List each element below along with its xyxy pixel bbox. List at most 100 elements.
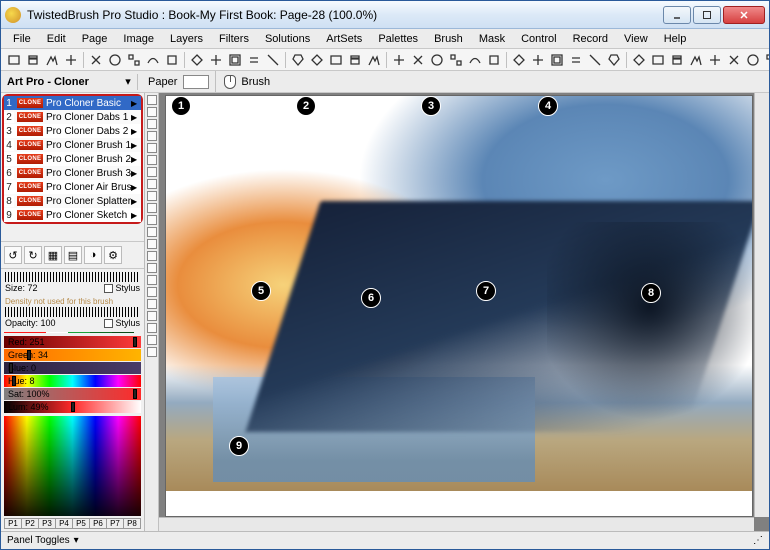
preset-p8[interactable]: P8 [123, 518, 141, 529]
toolbar-button-12[interactable] [245, 51, 263, 69]
toolbar-button-5[interactable] [106, 51, 124, 69]
artset-dropdown[interactable]: ▾ [121, 75, 135, 88]
preset-p7[interactable]: P7 [106, 518, 123, 529]
opacity-ruler[interactable] [5, 307, 140, 317]
toolbar-button-9[interactable] [188, 51, 206, 69]
toolbar-button-10[interactable] [207, 51, 225, 69]
paper-swatch[interactable] [183, 75, 209, 89]
menu-filters[interactable]: Filters [211, 31, 257, 47]
scrollbar-vertical[interactable] [754, 93, 769, 517]
toolbar-button-0[interactable] [5, 51, 23, 69]
vstrip-slot-0[interactable] [147, 95, 157, 105]
toolbar-button-4[interactable] [87, 51, 105, 69]
vstrip-slot-7[interactable] [147, 179, 157, 189]
vstrip-slot-12[interactable] [147, 239, 157, 249]
vstrip-slot-3[interactable] [147, 131, 157, 141]
toolbar-button-1[interactable] [24, 51, 42, 69]
vstrip-slot-20[interactable] [147, 335, 157, 345]
toolbar-button-32[interactable] [649, 51, 667, 69]
vstrip-slot-19[interactable] [147, 323, 157, 333]
vstrip-slot-14[interactable] [147, 263, 157, 273]
toolbar-button-23[interactable] [466, 51, 484, 69]
preset-p6[interactable]: P6 [89, 518, 106, 529]
preset-p5[interactable]: P5 [72, 518, 89, 529]
chevron-down-icon[interactable]: ▾ [74, 535, 79, 546]
settings-icon[interactable]: ⚙ [104, 246, 122, 264]
toolbar-button-26[interactable] [529, 51, 547, 69]
toolbar-button-18[interactable] [365, 51, 383, 69]
color-swatch[interactable] [68, 332, 90, 333]
vstrip-slot-1[interactable] [147, 107, 157, 117]
preset-p2[interactable]: P2 [21, 518, 38, 529]
brush-item-4[interactable]: 4CLONEPro Cloner Brush 1▶ [4, 138, 141, 152]
toolbar-button-36[interactable] [725, 51, 743, 69]
menu-solutions[interactable]: Solutions [257, 31, 318, 47]
preset-p4[interactable]: P4 [55, 518, 72, 529]
toolbar-button-25[interactable] [510, 51, 528, 69]
brush-mode-button[interactable]: Brush [215, 71, 278, 92]
vstrip-slot-2[interactable] [147, 119, 157, 129]
toolbar-button-38[interactable] [763, 51, 769, 69]
brush-item-9[interactable]: 9CLONEPro Cloner Sketch▶ [4, 208, 141, 222]
toolbar-button-15[interactable] [308, 51, 326, 69]
color-picker[interactable] [4, 416, 141, 516]
brush-item-1[interactable]: 1CLONEPro Cloner Basic▶ [4, 96, 141, 110]
vstrip-slot-9[interactable] [147, 203, 157, 213]
brush-item-5[interactable]: 5CLONEPro Cloner Brush 2▶ [4, 152, 141, 166]
toolbar-button-8[interactable] [163, 51, 181, 69]
stylus-checkbox[interactable]: Stylus [104, 283, 140, 293]
toolbar-button-27[interactable] [548, 51, 566, 69]
color-slider[interactable]: Red: 251 [4, 336, 141, 348]
color-swatch[interactable] [112, 332, 134, 333]
brush-item-8[interactable]: 8CLONEPro Cloner Splatter▶ [4, 194, 141, 208]
vstrip-slot-16[interactable] [147, 287, 157, 297]
toolbar-button-24[interactable] [485, 51, 503, 69]
toolbar-button-3[interactable] [62, 51, 80, 69]
toolbar-button-29[interactable] [586, 51, 604, 69]
vstrip-slot-21[interactable] [147, 347, 157, 357]
close-button[interactable] [723, 6, 765, 24]
vstrip-slot-5[interactable] [147, 155, 157, 165]
menu-artsets[interactable]: ArtSets [318, 31, 370, 47]
color-slider[interactable]: Hue: 8 [4, 375, 141, 387]
vstrip-slot-15[interactable] [147, 275, 157, 285]
menu-brush[interactable]: Brush [426, 31, 471, 47]
toolbar-button-21[interactable] [428, 51, 446, 69]
toolbar-button-31[interactable] [630, 51, 648, 69]
history-icon[interactable]: ↺ [4, 246, 22, 264]
color-slider[interactable]: Lum: 49% [4, 401, 141, 413]
toolbar-button-7[interactable] [144, 51, 162, 69]
color-slider[interactable]: Blue: 0 [4, 362, 141, 374]
color-swatch[interactable] [46, 332, 68, 333]
vstrip-slot-8[interactable] [147, 191, 157, 201]
minimize-button[interactable] [663, 6, 691, 24]
toolbar-button-17[interactable] [346, 51, 364, 69]
menu-help[interactable]: Help [656, 31, 695, 47]
toolbar-button-30[interactable] [605, 51, 623, 69]
toolbar-button-34[interactable] [687, 51, 705, 69]
toolbar-button-20[interactable] [409, 51, 427, 69]
toolbar-button-28[interactable] [567, 51, 585, 69]
preset-p3[interactable]: P3 [38, 518, 55, 529]
toolbar-button-14[interactable] [289, 51, 307, 69]
menu-record[interactable]: Record [565, 31, 616, 47]
color-swatch-row[interactable] [4, 332, 141, 333]
brush-item-7[interactable]: 7CLONEPro Cloner Air Brush▶ [4, 180, 141, 194]
toolbar-button-22[interactable] [447, 51, 465, 69]
vstrip-slot-10[interactable] [147, 215, 157, 225]
toolbar-button-13[interactable] [264, 51, 282, 69]
vstrip-slot-18[interactable] [147, 311, 157, 321]
toolbar-button-19[interactable] [390, 51, 408, 69]
menu-mask[interactable]: Mask [471, 31, 513, 47]
vstrip-slot-17[interactable] [147, 299, 157, 309]
vstrip-slot-11[interactable] [147, 227, 157, 237]
color-swatch[interactable] [90, 332, 112, 333]
color-swatch[interactable] [4, 332, 46, 333]
palette-icon[interactable]: ◑ [84, 246, 102, 264]
vstrip-slot-13[interactable] [147, 251, 157, 261]
color-slider[interactable]: Sat: 100% [4, 388, 141, 400]
size-ruler[interactable] [5, 272, 140, 282]
brush-item-3[interactable]: 3CLONEPro Cloner Dabs 2▶ [4, 124, 141, 138]
grid-icon[interactable]: ▦ [44, 246, 62, 264]
toolbar-button-16[interactable] [327, 51, 345, 69]
